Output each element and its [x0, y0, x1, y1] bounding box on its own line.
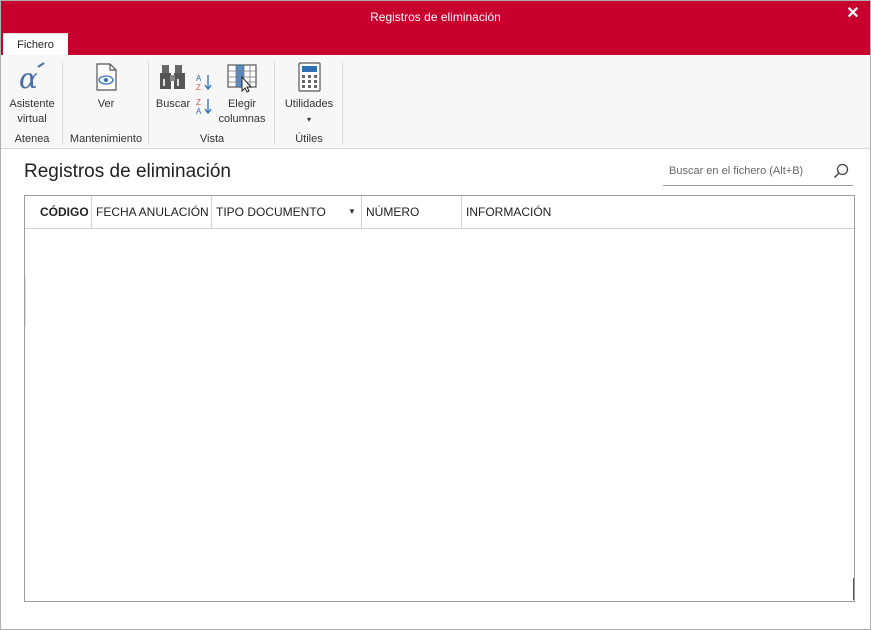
ribbon: α Asistente virtual Atenea Ver Mantenimi…	[1, 55, 870, 149]
svg-text:Z: Z	[196, 98, 201, 107]
ribbon-group-label: Atenea	[14, 133, 50, 145]
asistente-label-1: Asistente	[9, 98, 55, 110]
elegir-label-1: Elegir	[227, 98, 257, 110]
grid-edge-mark	[25, 276, 26, 326]
sort-descending-icon: Z A	[196, 98, 212, 116]
data-grid: CÓDIGO FECHA ANULACIÓN TIPO DOCUMENTO ▼ …	[24, 195, 855, 602]
calculator-icon	[298, 62, 321, 92]
ver-button[interactable]: Ver	[87, 61, 125, 112]
svg-text:A: A	[196, 107, 202, 115]
alpha-icon: α	[19, 62, 45, 93]
buscar-button[interactable]: Buscar	[153, 61, 193, 112]
ribbon-group-label: Mantenimiento	[69, 133, 143, 145]
search-icon[interactable]	[833, 163, 849, 179]
window-title: Registros de eliminación	[370, 10, 501, 24]
ribbon-group-atenea: α Asistente virtual Atenea	[1, 59, 63, 147]
window: Registros de eliminación ✕ Fichero α Asi…	[0, 0, 871, 630]
elegir-label-2: columnas	[218, 113, 266, 125]
page-title: Registros de eliminación	[24, 161, 231, 182]
svg-text:A: A	[196, 74, 202, 83]
close-icon[interactable]: ✕	[844, 5, 862, 23]
column-header-informacion[interactable]: INFORMACIÓN	[462, 196, 853, 228]
utilidades-button[interactable]: Utilidades ▾	[279, 61, 339, 127]
column-header-codigo[interactable]: CÓDIGO	[25, 196, 92, 228]
title-bar: Registros de eliminación ✕	[1, 1, 870, 33]
scrollbar-edge[interactable]	[853, 578, 854, 600]
binoculars-icon	[160, 65, 185, 89]
svg-text:α: α	[19, 62, 38, 93]
search-input[interactable]	[663, 161, 835, 181]
grid-header: CÓDIGO FECHA ANULACIÓN TIPO DOCUMENTO ▼ …	[25, 196, 854, 229]
ver-label: Ver	[97, 98, 115, 110]
filter-dropdown-icon[interactable]: ▼	[347, 196, 357, 228]
tab-fichero[interactable]: Fichero	[3, 33, 68, 56]
buscar-label: Buscar	[155, 98, 191, 110]
search-box	[663, 159, 853, 186]
svg-text:Z: Z	[196, 83, 201, 91]
column-header-numero[interactable]: NÚMERO	[362, 196, 462, 228]
chevron-down-icon: ▾	[306, 115, 311, 124]
choose-columns-icon	[227, 64, 257, 93]
ribbon-group-mantenimiento: Ver Mantenimiento	[63, 59, 149, 147]
column-header-tipo-documento[interactable]: TIPO DOCUMENTO ▼	[212, 196, 362, 228]
asistente-label-2: virtual	[17, 113, 47, 125]
ribbon-group-label: Útiles	[295, 133, 323, 145]
sort-ascending-icon: A Z	[196, 74, 212, 92]
column-header-fecha-anulacion[interactable]: FECHA ANULACIÓN	[92, 196, 212, 228]
utilidades-label: Utilidades	[284, 98, 334, 110]
view-document-icon	[96, 63, 117, 91]
tab-strip: Fichero	[1, 33, 870, 56]
group-separator	[342, 61, 343, 145]
ribbon-group-label: Vista	[199, 133, 225, 145]
ribbon-group-utiles: Utilidades ▾ Útiles	[275, 59, 343, 147]
asistente-virtual-button[interactable]: α Asistente virtual	[5, 61, 59, 127]
column-header-label: TIPO DOCUMENTO	[216, 205, 326, 219]
elegir-columnas-button[interactable]: Elegir columnas	[217, 61, 267, 127]
sort-ascending-button[interactable]: A Z	[193, 73, 215, 96]
ribbon-group-vista: Buscar A Z Z A Elegir columnas Vista	[149, 59, 275, 147]
sort-descending-button[interactable]: Z A	[193, 97, 215, 120]
